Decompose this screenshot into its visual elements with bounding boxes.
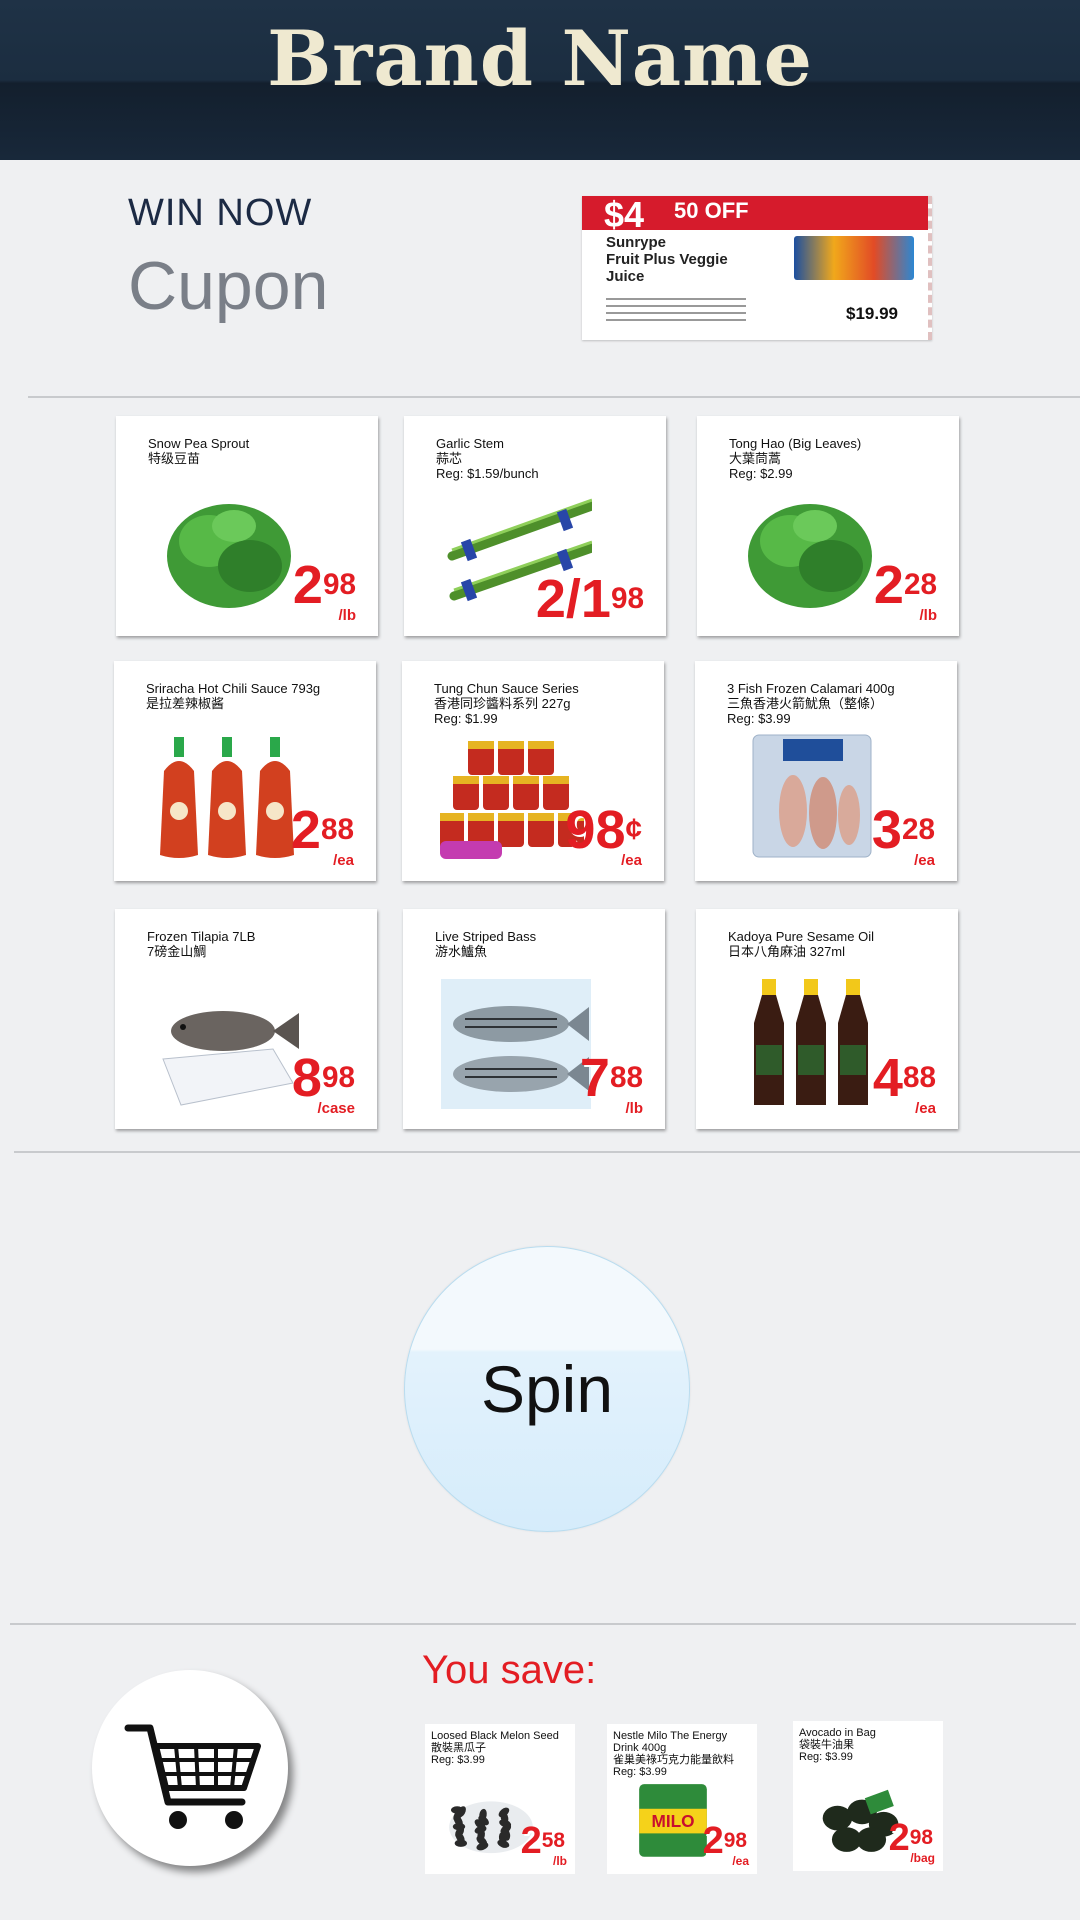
product-tile[interactable]: Tong Hao (Big Leaves) 大葉茼蒿 Reg: $2.99 228…: [697, 416, 959, 636]
price-unit: /ea: [621, 852, 642, 869]
divider: [28, 396, 1080, 398]
shopping-cart-icon: [124, 1724, 261, 1829]
cart-button[interactable]: [92, 1670, 288, 1866]
price-unit: /lb: [919, 607, 938, 624]
product-tile[interactable]: Tung Chun Sauce Series 香港同珍醬料系列 227g Reg…: [402, 661, 664, 881]
price-cents: 28: [901, 813, 935, 846]
price-main: 7: [579, 1048, 610, 1108]
win-now-label: WIN NOW: [128, 192, 313, 234]
coupon-fine-print: [606, 298, 746, 326]
coupon-price: $19.99: [846, 304, 898, 323]
product-name: Garlic Stem 蒜芯 Reg: $1.59/bunch: [436, 436, 539, 481]
price-cents: 98: [321, 1061, 355, 1094]
product-name: Tung Chun Sauce Series 香港同珍醬料系列 227g Reg…: [434, 681, 579, 726]
price-cents: 98: [909, 1826, 933, 1849]
price-main: 2: [520, 1820, 542, 1862]
price-cents: 28: [903, 568, 937, 601]
fish-box-image: [153, 979, 303, 1109]
product-name: Nestle Milo The Energy Drink 400g 雀巢美祿巧克…: [613, 1730, 734, 1778]
price-main: 4: [872, 1048, 903, 1108]
coupon-amount: $4: [604, 196, 645, 235]
leafy-green-image: [154, 486, 304, 616]
coupon-off-label: 50 OFF: [674, 198, 749, 223]
sauce-bottles-image: [152, 731, 302, 861]
product-tile[interactable]: Frozen Tilapia 7LB 7磅金山鯛 898/case: [115, 909, 377, 1129]
product-tile[interactable]: Kadoya Pure Sesame Oil 日本八角麻油 327ml 488/e…: [696, 909, 958, 1129]
price-unit: /case: [317, 1100, 355, 1117]
product-tile[interactable]: Sriracha Hot Chili Sauce 793g 是拉差辣椒酱 288 /…: [114, 661, 376, 881]
fish-image: [441, 979, 591, 1109]
juice-pack-image: [794, 236, 914, 280]
spin-label: Spin: [480, 1352, 614, 1426]
price-cents: 98: [723, 1829, 747, 1852]
price-main: 3: [871, 800, 902, 860]
price-cents: ¢: [625, 813, 642, 846]
price-main: 2: [292, 555, 323, 615]
price-unit: /ea: [914, 852, 935, 869]
price-cents: 88: [609, 1061, 643, 1094]
price-cents: 88: [902, 1061, 936, 1094]
savings-item[interactable]: Loosed Black Melon Seed 散裝黑瓜子 Reg: $3.99…: [425, 1724, 575, 1874]
price-cents: 88: [320, 813, 354, 846]
brand-name: Brand Name: [267, 14, 813, 103]
coupon-card[interactable]: $4 50 OFF Sunrype Fruit Plus Veggie Juic…: [582, 196, 932, 340]
price-tag: 2/198: [536, 572, 644, 626]
price-unit: /ea: [915, 1100, 936, 1117]
divider: [10, 1623, 1076, 1625]
price-unit: /bag: [910, 1851, 935, 1865]
savings-item[interactable]: Nestle Milo The Energy Drink 400g 雀巢美祿巧克…: [607, 1724, 757, 1874]
product-name: Snow Pea Sprout 特级豆苗: [148, 436, 250, 466]
price-unit: /lb: [553, 1854, 567, 1868]
price-main: 2: [873, 555, 904, 615]
product-name: Tong Hao (Big Leaves) 大葉茼蒿 Reg: $2.99: [729, 436, 862, 481]
price-unit: /ea: [732, 1854, 749, 1868]
header-bar: Brand Name: [0, 0, 1080, 160]
price-main: 98: [565, 800, 626, 860]
divider: [14, 1151, 1080, 1153]
price-main: 2: [702, 1820, 724, 1862]
product-tile[interactable]: 3 Fish Frozen Calamari 400g 三魚香港火箭魷魚（整條）…: [695, 661, 957, 881]
oil-bottles-image: [734, 979, 884, 1109]
leafy-green-image: [735, 486, 885, 616]
product-tile[interactable]: Snow Pea Sprout 特级豆苗 298/lb: [116, 416, 378, 636]
price-unit: /lb: [338, 607, 357, 624]
coupon-product: Sunrype Fruit Plus Veggie Juice: [606, 234, 728, 285]
product-tile[interactable]: Live Striped Bass 游水鱸魚 788/lb: [403, 909, 665, 1129]
product-name: 3 Fish Frozen Calamari 400g 三魚香港火箭魷魚（整條）…: [727, 681, 895, 726]
price-cents: 98: [322, 568, 356, 601]
frozen-bag-image: [733, 731, 883, 861]
price-main: 2: [290, 800, 321, 860]
price-cents: 98: [610, 582, 644, 615]
product-name: Loosed Black Melon Seed 散裝黑瓜子 Reg: $3.99: [431, 1730, 559, 1766]
product-name: Sriracha Hot Chili Sauce 793g 是拉差辣椒酱: [146, 681, 321, 711]
price-unit: /lb: [625, 1100, 644, 1117]
price-cents: 58: [541, 1829, 565, 1852]
product-name: Kadoya Pure Sesame Oil 日本八角麻油 327ml: [728, 929, 874, 959]
product-name: Frozen Tilapia 7LB 7磅金山鯛: [147, 929, 256, 959]
product-tile[interactable]: Garlic Stem 蒜芯 Reg: $1.59/bunch 2/198: [404, 416, 666, 636]
spin-button[interactable]: Spin: [404, 1246, 690, 1532]
product-name: Avocado in Bag 袋裝牛油果 Reg: $3.99: [799, 1727, 876, 1763]
you-save-label: You save:: [422, 1648, 597, 1692]
price-main: 8: [291, 1048, 322, 1108]
savings-item[interactable]: Avocado in Bag 袋裝牛油果 Reg: $3.99 298/bag: [793, 1721, 943, 1871]
price-main: 2: [888, 1817, 910, 1859]
product-name: Live Striped Bass 游水鱸魚: [435, 929, 537, 959]
coupon-banner: $4 50 OFF: [582, 196, 928, 235]
price-unit: /ea: [333, 852, 354, 869]
cupon-title: Cupon: [128, 248, 329, 324]
price-main: 2/1: [535, 569, 611, 629]
svg-text:MILO: MILO: [651, 1811, 694, 1831]
